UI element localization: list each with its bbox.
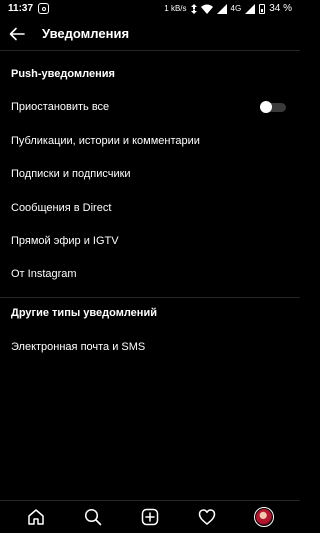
data-arrows-icon [190, 3, 197, 14]
new-post-button[interactable] [135, 502, 165, 532]
email-sms-label: Электронная почта и SMS [11, 341, 146, 353]
pause-all-label: Приостановить все [11, 101, 110, 113]
activity-button[interactable] [192, 502, 222, 532]
direct-messages-label: Сообщения в Direct [11, 202, 112, 214]
pause-all-row[interactable]: Приостановить все [0, 92, 300, 122]
search-icon [85, 508, 102, 526]
posts-stories-comments-label: Публикации, истории и комментарии [11, 135, 200, 147]
profile-avatar [253, 507, 274, 527]
home-icon [28, 509, 45, 525]
search-button[interactable] [78, 502, 108, 532]
home-button[interactable] [21, 502, 51, 532]
other-section-title: Другие типы уведомлений [11, 307, 157, 319]
back-button[interactable] [0, 17, 34, 50]
pause-all-toggle[interactable] [260, 101, 286, 113]
bottom-nav [0, 501, 300, 533]
add-post-icon [141, 508, 159, 526]
push-section-title: Push-уведомления [11, 68, 115, 80]
page-title: Уведомления [42, 26, 130, 41]
battery-icon [259, 3, 266, 14]
header-divider [0, 50, 300, 51]
heart-icon [198, 509, 216, 525]
following-followers-label: Подписки и подписчики [11, 168, 131, 180]
battery-percent: 34 % [269, 3, 292, 14]
instagram-notification-icon [38, 3, 50, 14]
profile-button[interactable] [249, 502, 279, 532]
signal-strength-icon [245, 3, 256, 14]
posts-stories-comments-row[interactable]: Публикации, истории и комментарии [0, 126, 300, 156]
toggle-knob [260, 101, 272, 113]
network-type: 4G [230, 4, 242, 13]
from-instagram-row[interactable]: От Instagram [0, 259, 300, 289]
direct-messages-row[interactable]: Сообщения в Direct [0, 193, 300, 223]
signal-icon [216, 3, 227, 14]
following-followers-row[interactable]: Подписки и подписчики [0, 159, 300, 189]
live-igtv-row[interactable]: Прямой эфир и IGTV [0, 226, 300, 256]
live-igtv-label: Прямой эфир и IGTV [11, 235, 119, 247]
top-app-bar: Уведомления [0, 17, 300, 50]
section-divider [0, 297, 300, 298]
network-speed: 1 kB/s [164, 4, 187, 13]
from-instagram-label: От Instagram [11, 268, 77, 280]
email-sms-row[interactable]: Электронная почта и SMS [0, 332, 300, 362]
wifi-icon [200, 4, 213, 14]
arrow-left-icon [9, 27, 25, 40]
avatar-image [255, 509, 272, 525]
status-time: 11:37 [8, 3, 34, 14]
status-bar: 11:37 1 kB/s 4G 34 % [0, 0, 300, 17]
